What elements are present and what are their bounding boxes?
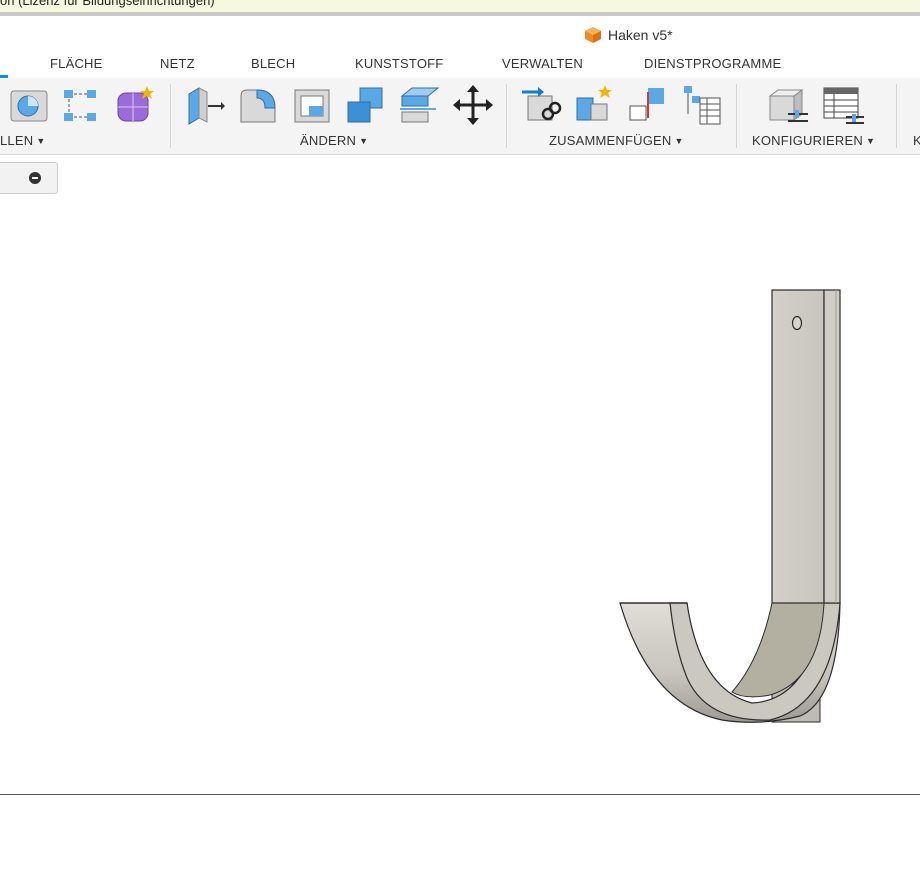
license-text: on (Lizenz für Bildungseinrichtungen): [0, 0, 215, 8]
fillet-icon: [240, 89, 276, 123]
tab-flaeche[interactable]: FLÄCHE: [50, 56, 103, 71]
shell-tool[interactable]: [291, 84, 333, 126]
group-separator: [170, 84, 171, 148]
as-built-joint-icon: [629, 88, 664, 121]
revolve-icon: [10, 90, 48, 122]
group-next-text: K: [913, 133, 920, 148]
group-assemble-text: ZUSAMMENFÜGEN: [549, 133, 672, 148]
ribbon-toolbar: LLEN ▼ ÄNDERN ▼ ZUSAMMENFÜGEN ▼ KONFIGUR…: [0, 78, 920, 155]
group-configure-text: KONFIGURIEREN: [752, 133, 863, 148]
ribbon-tabs: FLÄCHE NETZ BLECH KUNSTSTOFF VERWALTEN D…: [0, 56, 920, 76]
configuration-table-icon: [823, 87, 864, 124]
shell-icon: [294, 89, 330, 123]
group-create-text: LLEN: [0, 133, 34, 148]
license-banner: on (Lizenz für Bildungseinrichtungen): [0, 0, 920, 16]
tab-blech[interactable]: BLECH: [251, 56, 295, 71]
group-separator: [896, 84, 897, 148]
document-title: Haken v5*: [608, 27, 673, 43]
combine-tool[interactable]: [344, 84, 386, 126]
document-title-area: Haken v5*: [584, 24, 673, 46]
document-cube-icon: [585, 27, 601, 43]
tab-netz[interactable]: NETZ: [160, 56, 195, 71]
group-next-label[interactable]: K: [913, 133, 920, 148]
group-assemble-label[interactable]: ZUSAMMENFÜGEN ▼: [549, 133, 684, 148]
revolve-tool[interactable]: [8, 84, 50, 126]
configure-parameter-tool[interactable]: [766, 84, 808, 126]
create-form-tool[interactable]: [114, 84, 156, 126]
group-separator: [506, 84, 507, 148]
as-built-joint-tool[interactable]: [626, 84, 668, 126]
joint-table-icon: [684, 86, 721, 125]
browser-panel-toggle[interactable]: [0, 162, 58, 194]
press-pull-icon: [188, 87, 225, 125]
fillet-tool[interactable]: [237, 84, 279, 126]
tab-kunststoff[interactable]: KUNSTSTOFF: [355, 56, 443, 71]
combine-icon: [347, 87, 383, 123]
viewport-divider: [0, 794, 920, 795]
press-pull-tool[interactable]: [183, 84, 225, 126]
3d-viewport[interactable]: [0, 155, 920, 795]
sketch-pattern-icon: [64, 90, 96, 121]
create-form-icon: [117, 86, 154, 122]
tab-dienstprogramme[interactable]: DIENSTPROGRAMME: [644, 56, 781, 71]
collapse-icon[interactable]: [29, 172, 41, 184]
group-separator: [736, 84, 737, 148]
hook-model: [619, 289, 841, 723]
group-modify-text: ÄNDERN: [300, 133, 357, 148]
move-icon: [453, 85, 493, 125]
configuration-table-tool[interactable]: [822, 84, 864, 126]
offset-face-icon: [400, 87, 440, 123]
tab-verwalten[interactable]: VERWALTEN: [502, 56, 583, 71]
sketch-pattern-tool[interactable]: [60, 84, 102, 126]
new-component-tool[interactable]: [520, 84, 562, 126]
joint-table-tool[interactable]: [680, 84, 722, 126]
new-component-icon: [522, 87, 562, 121]
offset-face-tool[interactable]: [398, 84, 440, 126]
joint-icon: [576, 85, 612, 121]
move-tool[interactable]: [452, 84, 494, 126]
configure-parameter-icon: [768, 89, 808, 122]
group-configure-label[interactable]: KONFIGURIEREN ▼: [752, 133, 875, 148]
group-create-label[interactable]: LLEN ▼: [0, 133, 45, 148]
joint-tool[interactable]: [573, 84, 615, 126]
group-modify-label[interactable]: ÄNDERN ▼: [300, 133, 368, 148]
